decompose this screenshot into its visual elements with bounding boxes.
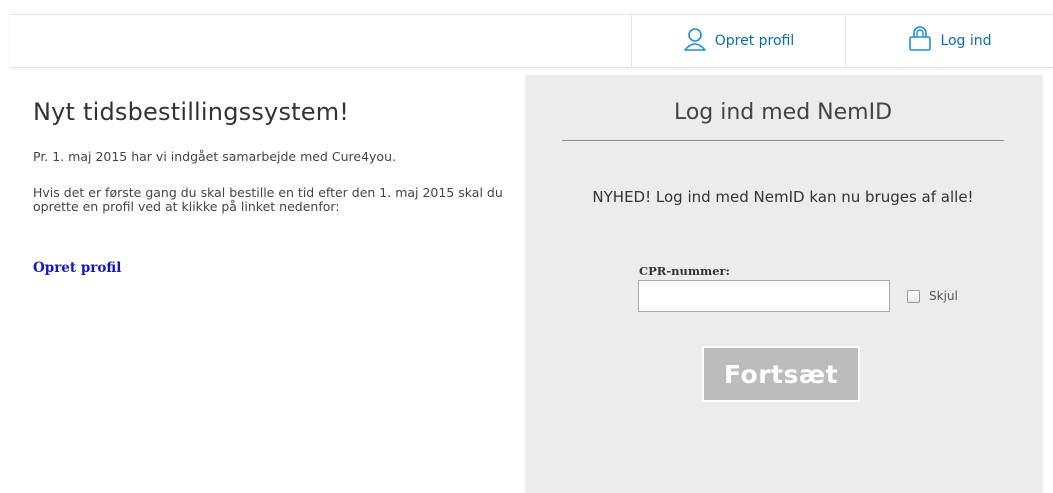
hide-toggle[interactable]: Skjul xyxy=(907,289,958,303)
nav-create-profile-label: Opret profil xyxy=(714,33,795,49)
lock-icon xyxy=(908,26,940,56)
user-icon xyxy=(683,27,715,55)
instruction-paragraph: Hvis det er første gang du skal bestille… xyxy=(33,185,503,214)
hide-checkbox[interactable] xyxy=(907,289,920,303)
hide-label: Skjul xyxy=(929,289,958,303)
continue-button[interactable]: Fortsæt xyxy=(702,346,860,402)
info-section: Nyt tidsbestillingssystem! Pr. 1. maj 20… xyxy=(33,98,513,276)
nav-login-label: Log ind xyxy=(940,33,992,49)
intro-paragraph: Pr. 1. maj 2015 har vi indgået samarbejd… xyxy=(33,149,396,164)
create-profile-link[interactable]: Opret profil xyxy=(33,260,121,276)
login-panel-title: Log ind med NemID xyxy=(673,100,893,125)
nav-create-profile[interactable]: Opret profil xyxy=(631,15,845,67)
cpr-label: CPR-nummer: xyxy=(639,264,730,278)
nemid-login-panel: Log ind med NemID NYHED! Log ind med Nem… xyxy=(525,75,1043,493)
top-navigation-bar: Opret profil Log ind xyxy=(10,14,1053,68)
news-message: NYHED! Log ind med NemID kan nu bruges a… xyxy=(592,188,974,206)
cpr-input[interactable] xyxy=(638,280,890,312)
page-title: Nyt tidsbestillingssystem! xyxy=(33,98,350,126)
divider xyxy=(562,140,1004,141)
nav-login[interactable]: Log ind xyxy=(845,15,1053,67)
